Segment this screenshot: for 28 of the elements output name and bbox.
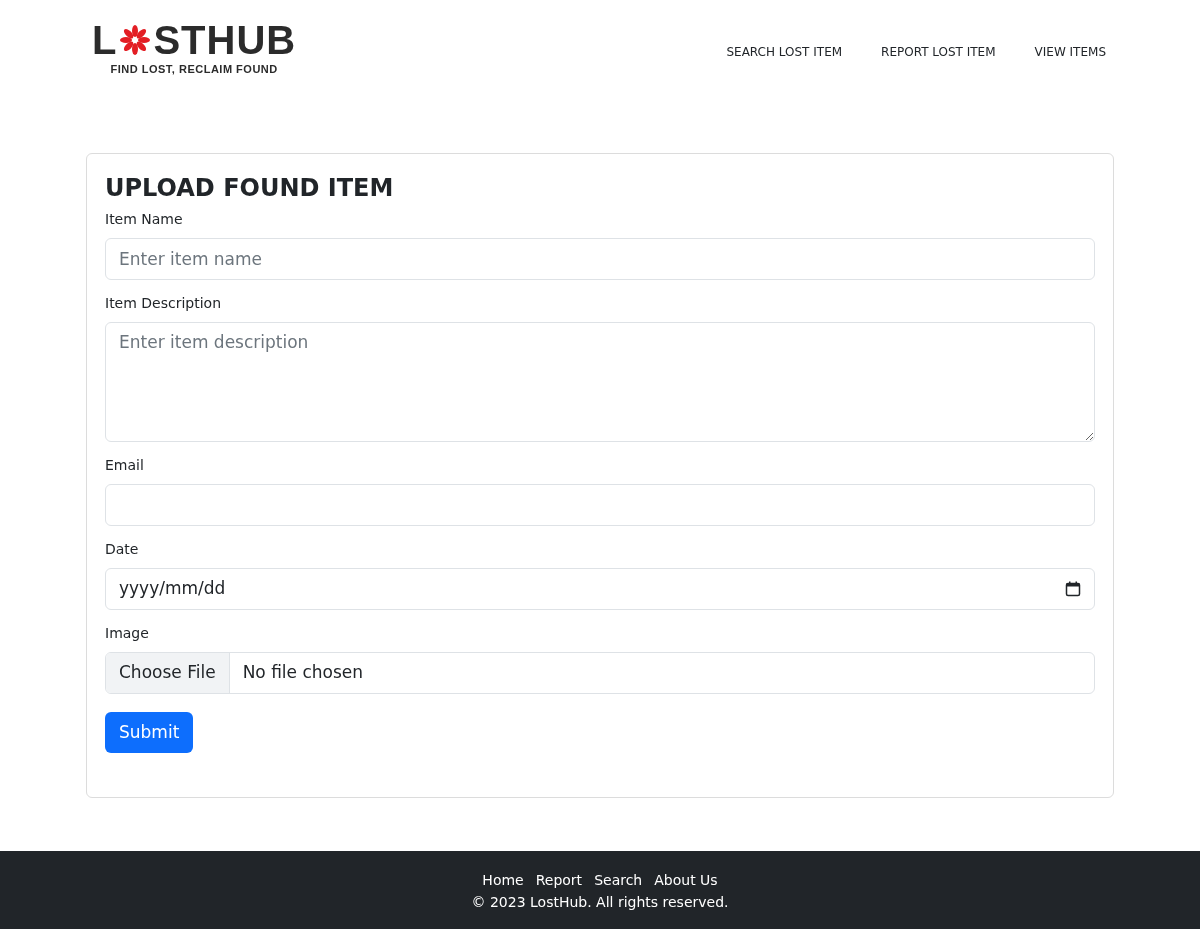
logo-tagline: FIND LOST, RECLAIM FOUND <box>110 62 278 77</box>
field-label: Item Description <box>105 294 223 313</box>
input-field[interactable]: Enter item name <box>105 238 1095 280</box>
description-field[interactable]: Enter item description <box>105 322 1095 442</box>
choose-file-button[interactable]: Choose File <box>106 653 230 693</box>
flower-icon <box>119 24 152 56</box>
submit-button[interactable]: Submit <box>105 712 194 753</box>
copyright-text: © 2023 LostHub. All rights reserved. <box>471 893 729 912</box>
logo-text: L <box>92 22 118 58</box>
field-label: Email <box>105 456 145 475</box>
date-field[interactable]: yyyy/mm/dd <box>105 568 1095 610</box>
footer-link[interactable]: About Us <box>654 869 718 891</box>
file-status: No file chosen <box>241 661 365 685</box>
field-label: Item Name <box>105 210 184 229</box>
field-label: Image <box>105 624 150 643</box>
nav-link[interactable]: VIEW ITEMS <box>1034 43 1106 61</box>
email-field[interactable] <box>105 484 1095 526</box>
form-title: UPLOAD FOUND ITEM <box>105 173 395 204</box>
nav-link[interactable]: REPORT LOST ITEM <box>881 43 996 61</box>
field-label: Date <box>105 540 140 559</box>
nav-link[interactable]: SEARCH LOST ITEM <box>726 43 843 61</box>
file-field[interactable]: Choose File No file chosen <box>105 652 1095 694</box>
footer-link[interactable]: Home <box>482 869 524 891</box>
footer-link[interactable]: Search <box>594 869 643 891</box>
calendar-icon[interactable] <box>1065 581 1081 597</box>
logo[interactable]: L STHUB FIND LOST, RECLAIM FOUND <box>92 0 297 78</box>
logo-text: STHUB <box>153 22 297 58</box>
footer-link[interactable]: Report <box>535 869 583 891</box>
